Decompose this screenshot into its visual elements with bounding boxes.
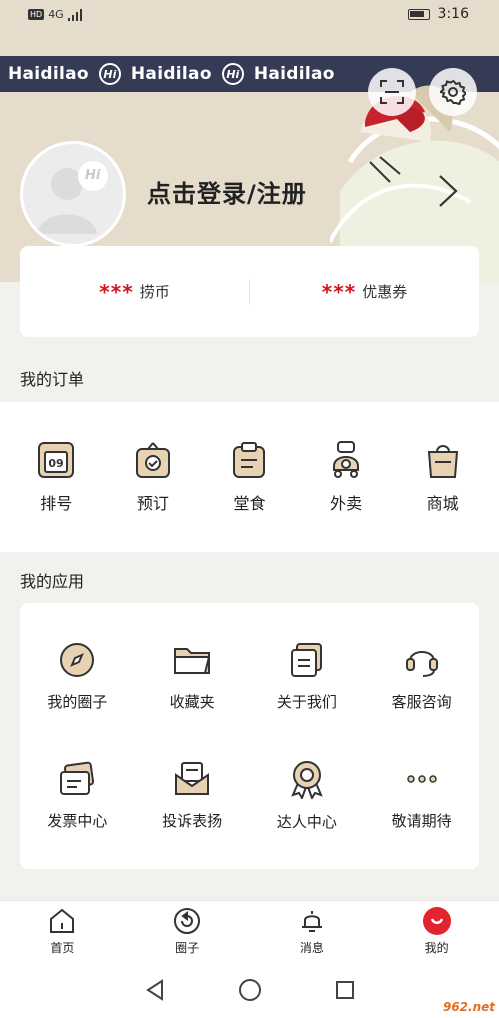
points-coupons[interactable]: *** 优惠券 xyxy=(250,280,479,304)
login-register-link[interactable]: 点击登录/注册 xyxy=(147,174,307,209)
apps-panel: 我的圈子 收藏夹 关于我们 客服咨询 发票中心 投诉表扬 达人中心 敬请期待 xyxy=(20,603,479,869)
home-circle-icon[interactable] xyxy=(238,978,262,1002)
more-dots-icon xyxy=(406,775,437,783)
app-label-feedback: 投诉表扬 xyxy=(162,812,223,830)
reservation-icon xyxy=(135,442,170,478)
mall-bag-icon xyxy=(427,445,458,478)
system-nav-bar: 962.net xyxy=(0,962,499,1018)
invoice-icon xyxy=(60,761,95,795)
nav-label-me: 我的 xyxy=(424,941,449,955)
settings-button[interactable] xyxy=(429,68,477,116)
clock: 3:16 xyxy=(437,6,469,22)
compass-icon xyxy=(60,643,95,677)
app-item-feedback[interactable]: 投诉表扬 xyxy=(135,736,250,855)
app-label-my-circle: 我的圈子 xyxy=(47,693,108,711)
coupons-value: *** xyxy=(321,279,357,304)
nav-item-me[interactable]: 我的 xyxy=(374,901,499,962)
app-label-expert-center: 达人中心 xyxy=(276,813,337,831)
nav-label-messages: 消息 xyxy=(299,941,324,955)
network-indicator: 4G xyxy=(48,8,64,21)
status-right: 3:16 xyxy=(407,6,469,22)
coins-label: 捞币 xyxy=(139,283,170,301)
app-label-customer-service: 客服咨询 xyxy=(391,693,452,711)
battery-icon xyxy=(407,8,430,20)
bottom-nav: 首页 圈子 消息 我的 xyxy=(0,900,499,962)
queue-icon-text: 09 xyxy=(49,457,64,470)
order-item-queue[interactable]: 09 排号 xyxy=(20,440,92,514)
signal-icon xyxy=(67,8,82,21)
recents-icon[interactable] xyxy=(334,979,356,1001)
nav-label-circle: 圈子 xyxy=(175,941,200,955)
brand-name-3: Haidilao xyxy=(253,64,335,84)
nav-item-home[interactable]: 首页 xyxy=(0,901,125,962)
coupons-label: 优惠券 xyxy=(362,283,408,301)
orders-panel: 09 排号 预订 堂食 外卖 商城 xyxy=(0,402,499,552)
profile-header: Haidilao Hi Haidilao Hi Haidilao Hi 点击登录… xyxy=(0,32,499,282)
document-icon xyxy=(290,643,322,677)
app-label-favorites: 收藏夹 xyxy=(169,693,215,711)
hd-badge: HD xyxy=(28,9,45,20)
badge-icon xyxy=(291,761,323,799)
brand-name-2: Haidilao xyxy=(130,64,212,84)
home-icon xyxy=(50,908,75,933)
brand-name-1: Haidilao xyxy=(8,64,89,84)
app-item-customer-service[interactable]: 客服咨询 xyxy=(364,617,479,736)
chevron-right-icon[interactable] xyxy=(434,172,462,210)
order-label-queue: 排号 xyxy=(40,494,73,513)
order-item-delivery[interactable]: 外卖 xyxy=(310,440,382,514)
points-coins[interactable]: *** 捞币 xyxy=(20,280,249,304)
bell-icon xyxy=(301,911,322,932)
circle-icon xyxy=(174,908,201,934)
scan-icon xyxy=(380,80,404,104)
order-label-delivery: 外卖 xyxy=(330,494,363,513)
mail-icon xyxy=(175,762,210,795)
order-label-reserve: 预订 xyxy=(136,494,169,513)
app-label-invoice: 发票中心 xyxy=(47,812,108,830)
dine-in-icon xyxy=(233,442,266,478)
app-item-about-us[interactable]: 关于我们 xyxy=(250,617,365,736)
avatar-badge: Hi xyxy=(85,168,101,183)
apps-section-title: 我的应用 xyxy=(20,572,85,591)
nav-item-circle[interactable]: 圈子 xyxy=(125,901,250,962)
app-item-my-circle[interactable]: 我的圈子 xyxy=(20,617,135,736)
app-item-invoice[interactable]: 发票中心 xyxy=(20,736,135,855)
scan-button[interactable] xyxy=(368,68,416,116)
brand-logo-1: Hi xyxy=(98,63,121,85)
coins-value: *** xyxy=(99,279,134,304)
status-bar: HD 4G 3:16 xyxy=(0,0,499,32)
app-item-coming-soon[interactable]: 敬请期待 xyxy=(364,736,479,855)
folder-icon xyxy=(174,648,211,674)
nav-label-home: 首页 xyxy=(50,941,75,955)
order-item-reserve[interactable]: 预订 xyxy=(117,440,189,514)
orders-section-title: 我的订单 xyxy=(20,370,85,389)
nav-item-messages[interactable]: 消息 xyxy=(250,901,375,962)
gear-icon xyxy=(440,79,466,105)
points-card: *** 捞币 *** 优惠券 xyxy=(20,246,479,337)
app-label-coming-soon: 敬请期待 xyxy=(391,812,452,830)
app-item-expert-center[interactable]: 达人中心 xyxy=(250,736,365,855)
order-item-dinein[interactable]: 堂食 xyxy=(213,440,285,514)
queue-number-icon: 09 xyxy=(38,442,75,478)
default-avatar-icon xyxy=(37,161,108,234)
brand-logo-2: Hi xyxy=(221,63,244,85)
app-item-favorites[interactable]: 收藏夹 xyxy=(135,617,250,736)
avatar[interactable]: Hi xyxy=(20,141,126,247)
status-left: HD 4G xyxy=(28,8,84,21)
order-label-mall: 商城 xyxy=(426,494,459,513)
order-item-mall[interactable]: 商城 xyxy=(407,440,479,514)
me-icon xyxy=(422,907,451,935)
app-label-about-us: 关于我们 xyxy=(276,693,337,711)
order-label-dinein: 堂食 xyxy=(233,494,266,513)
watermark: 962.net xyxy=(442,1000,495,1014)
delivery-icon xyxy=(333,441,360,478)
headset-icon xyxy=(405,651,438,677)
back-icon[interactable] xyxy=(144,978,166,1002)
